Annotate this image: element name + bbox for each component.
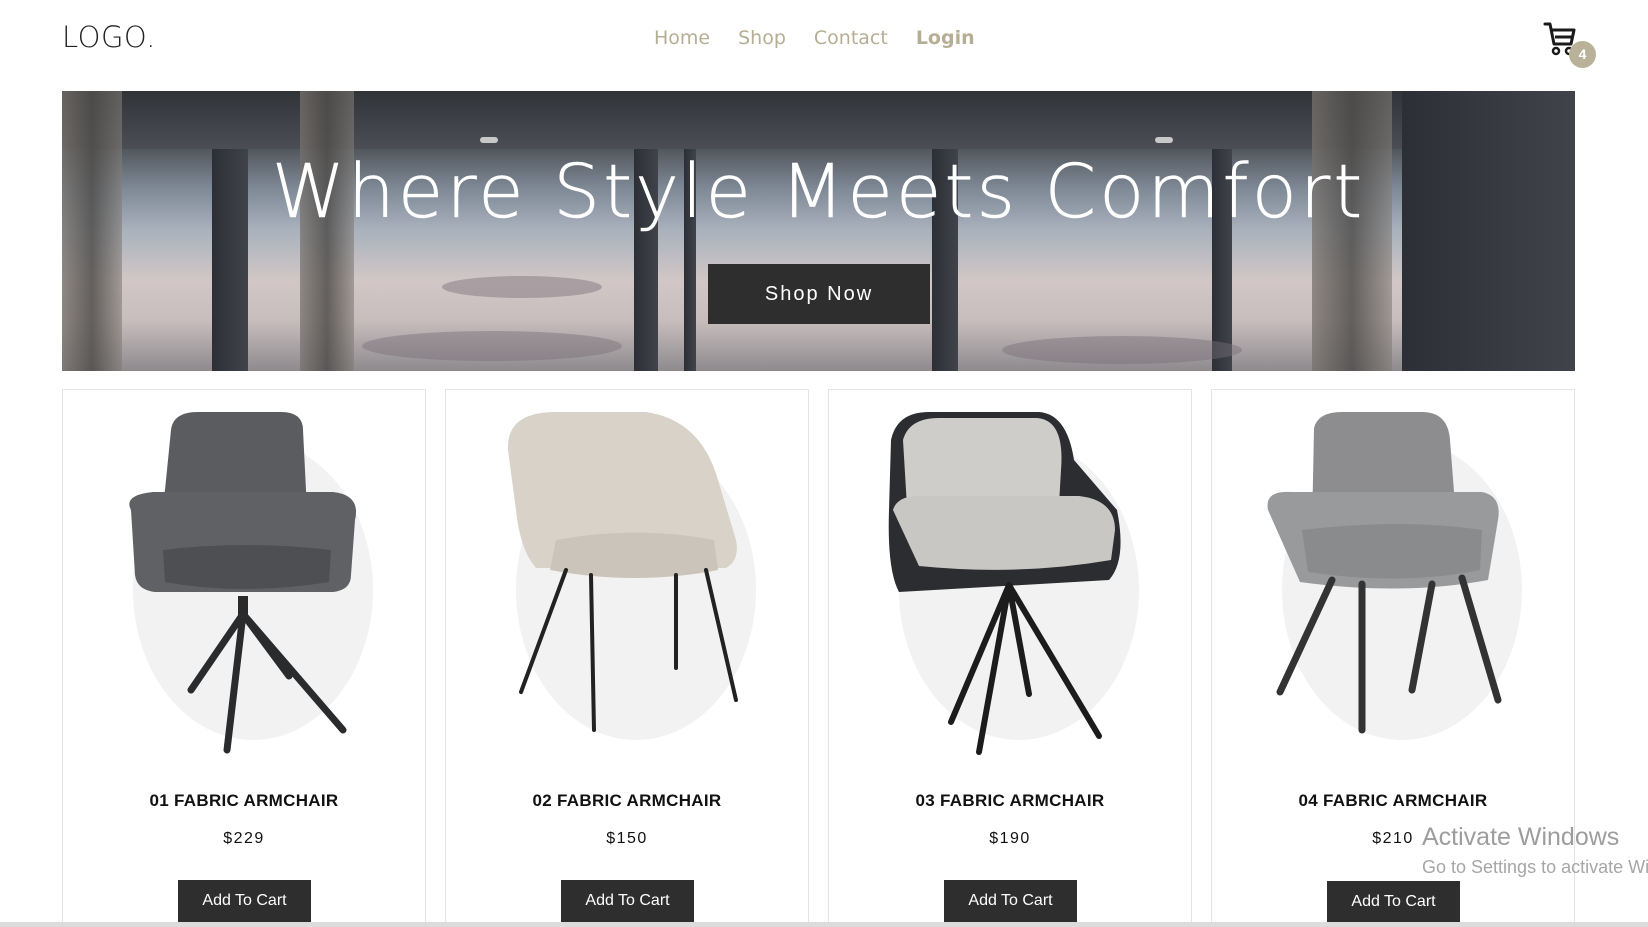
product-name[interactable]: 02 FABRIC ARMCHAIR	[446, 791, 808, 811]
nav-shop-link[interactable]: Shop	[738, 27, 786, 49]
cart-button[interactable]: 4	[1543, 20, 1596, 68]
nav-login-link[interactable]: Login	[916, 27, 975, 49]
add-to-cart-button[interactable]: Add To Cart	[561, 880, 694, 922]
product-name[interactable]: 01 FABRIC ARMCHAIR	[63, 791, 425, 811]
add-to-cart-button[interactable]: Add To Cart	[1327, 881, 1460, 923]
main-nav: Home Shop Contact Login	[654, 27, 975, 49]
hero-banner: Where Style Meets Comfort Shop Now	[62, 91, 1575, 371]
product-price: $150	[606, 830, 648, 847]
cloud	[362, 331, 622, 361]
product-card: 02 FABRIC ARMCHAIR $150 Add To Cart	[445, 389, 809, 927]
nav-home-link[interactable]: Home	[654, 27, 710, 49]
product-price: $190	[989, 830, 1031, 847]
cloud	[442, 276, 602, 298]
product-name[interactable]: 04 FABRIC ARMCHAIR	[1212, 791, 1574, 811]
site-header: LOGO. Home Shop Contact Login 4	[0, 0, 1648, 80]
logo[interactable]: LOGO.	[62, 20, 156, 54]
cart-count-badge: 4	[1569, 41, 1596, 68]
product-image-armchair[interactable]	[486, 400, 770, 770]
ceiling-light	[480, 137, 498, 143]
product-image-armchair[interactable]	[103, 400, 387, 770]
product-card: 01 FABRIC ARMCHAIR $229 Add To Cart	[62, 389, 426, 927]
activation-watermark-title: Activate Windows	[1422, 823, 1620, 851]
horizontal-scrollbar[interactable]	[0, 922, 1648, 927]
product-card: 03 FABRIC ARMCHAIR $190 Add To Cart	[828, 389, 1192, 927]
product-image-armchair[interactable]	[869, 400, 1153, 770]
activation-watermark-subtitle: Go to Settings to activate Wi	[1422, 857, 1648, 877]
shop-now-button[interactable]: Shop Now	[708, 264, 930, 324]
product-price: $229	[223, 830, 265, 847]
cloud	[1002, 336, 1242, 364]
add-to-cart-button[interactable]: Add To Cart	[944, 880, 1077, 922]
product-image-armchair[interactable]	[1252, 400, 1536, 770]
ceiling-light	[1155, 137, 1173, 143]
product-name[interactable]: 03 FABRIC ARMCHAIR	[829, 791, 1191, 811]
hero-title: Where Style Meets Comfort	[271, 149, 1366, 236]
add-to-cart-button[interactable]: Add To Cart	[178, 880, 311, 922]
nav-contact-link[interactable]: Contact	[814, 27, 888, 49]
